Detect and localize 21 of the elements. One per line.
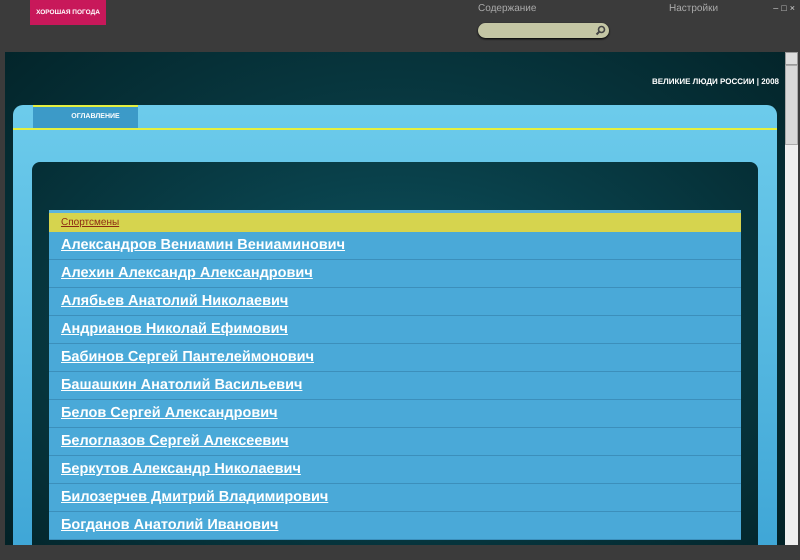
window-control-button[interactable]: – <box>773 1 778 15</box>
person-link[interactable]: Алехин Александр Александрович <box>61 262 313 284</box>
person-link[interactable]: Белов Сергей Александрович <box>61 402 278 424</box>
site-title: ВЕЛИКИЕ ЛЮДИ РОССИИ | 2008 <box>652 76 779 88</box>
person-link[interactable]: Богданов Анатолий Иванович <box>61 514 278 536</box>
person-link[interactable]: Белоглазов Сергей Алексеевич <box>61 430 289 452</box>
person-link[interactable]: Александров Вениамин Вениаминович <box>61 234 346 256</box>
window-control-button[interactable]: × <box>790 1 795 15</box>
window-control-button[interactable]: □ <box>781 1 787 15</box>
person-link[interactable]: Башашкин Анатолий Васильевич <box>61 374 302 396</box>
person-link[interactable]: Бабинов Сергей Пантелеймонович <box>61 346 314 368</box>
person-link[interactable]: Билозерчев Дмитрий Владимирович <box>61 486 328 508</box>
section-link[interactable]: Спортсмены <box>61 215 120 230</box>
person-link[interactable]: Алябьев Анатолий Николаевич <box>61 290 288 312</box>
person-link[interactable]: Андрианов Николай Ефимович <box>61 318 288 340</box>
search-icon <box>595 25 606 36</box>
scrollbar[interactable] <box>785 52 798 545</box>
search-field[interactable] <box>478 23 609 38</box>
menu-item[interactable]: Настройки <box>669 1 718 52</box>
menu-item[interactable]: Содержание <box>478 1 609 16</box>
person-link[interactable]: Беркутов Александр Николаевич <box>61 458 301 480</box>
